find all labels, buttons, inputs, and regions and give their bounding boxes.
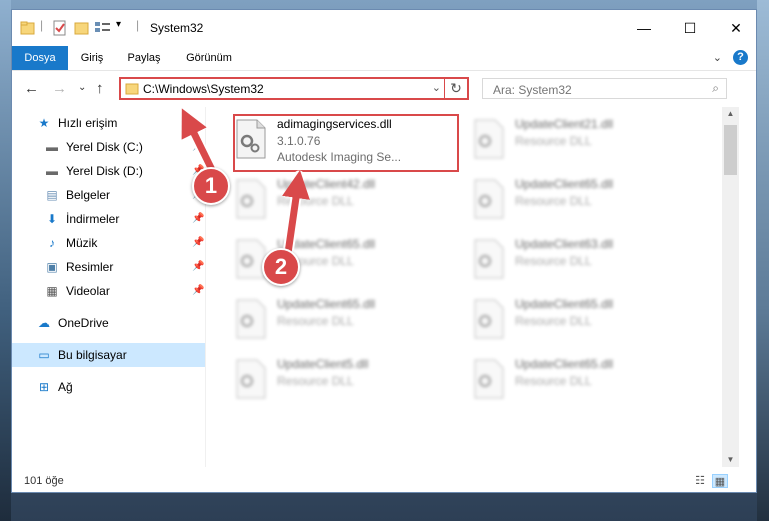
explorer-window: | ▾ | System32 — ☐ ✕ Dosya Giriş Paylaş …	[11, 9, 757, 493]
desktop-background-left	[0, 0, 11, 521]
step-badge-1: 1	[192, 167, 230, 205]
annotation-arrows	[178, 108, 310, 266]
step-badge-2: 2	[262, 248, 300, 286]
desktop-background-right	[757, 0, 769, 521]
